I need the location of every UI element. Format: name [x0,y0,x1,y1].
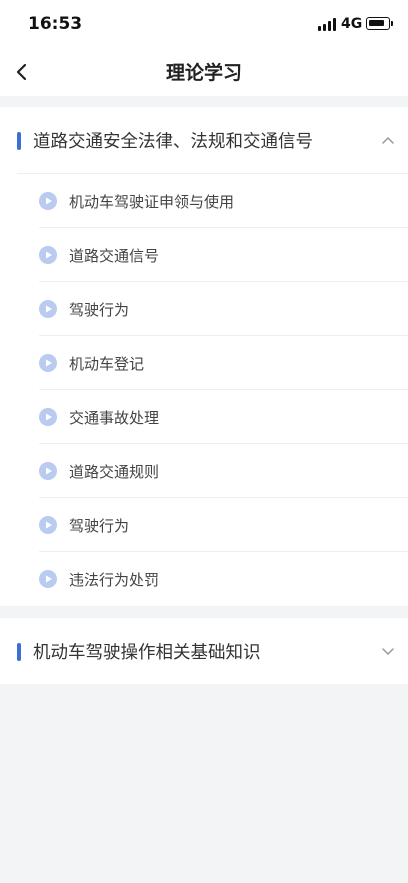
list-item[interactable]: 驾驶行为 [39,282,408,336]
section-title: 机动车驾驶操作相关基础知识 [33,643,261,663]
play-icon [39,516,57,534]
play-icon [39,570,57,588]
play-icon [39,246,57,264]
play-icon [39,462,57,480]
chevron-down-icon [382,648,394,655]
list-item[interactable]: 交通事故处理 [39,390,408,444]
chevron-left-icon [16,63,27,81]
list-item[interactable]: 机动车驾驶证申领与使用 [39,174,408,228]
list-item-label: 交通事故处理 [69,409,160,427]
signal-icon [318,18,338,31]
section-item-list: 机动车驾驶证申领与使用 道路交通信号 驾驶行为 机动车登记 交通事故处理 道路交… [17,173,408,606]
list-item[interactable]: 驾驶行为 [39,498,408,552]
nav-bar: 理论学习 [0,48,408,96]
section-title: 道路交通安全法律、法规和交通信号 [33,132,313,152]
list-item-label: 驾驶行为 [69,517,130,535]
list-item[interactable]: 道路交通信号 [39,228,408,282]
list-item-label: 道路交通规则 [69,463,160,481]
list-item[interactable]: 机动车登记 [39,336,408,390]
play-icon [39,408,57,426]
status-time: 16:53 [28,14,83,34]
section-accent-bar [17,132,21,150]
play-icon [39,192,57,210]
list-item-label: 驾驶行为 [69,301,130,319]
play-icon [39,300,57,318]
network-label: 4G [341,16,363,32]
list-item[interactable]: 道路交通规则 [39,444,408,498]
chevron-up-icon [382,137,394,144]
play-icon [39,354,57,372]
section-header[interactable]: 机动车驾驶操作相关基础知识 [0,618,408,684]
status-bar: 16:53 4G [0,0,408,48]
list-item-label: 违法行为处罚 [69,571,160,589]
section-header[interactable]: 道路交通安全法律、法规和交通信号 [0,107,408,173]
list-item-label: 机动车驾驶证申领与使用 [69,193,235,211]
list-item[interactable]: 违法行为处罚 [39,552,408,606]
page-title: 理论学习 [165,62,242,84]
section-accent-bar [17,643,21,661]
battery-icon [366,17,393,30]
list-item-label: 机动车登记 [69,355,145,373]
list-item-label: 道路交通信号 [69,247,160,265]
section-traffic-law: 道路交通安全法律、法规和交通信号 机动车驾驶证申领与使用 道路交通信号 驾驶行为… [0,107,408,606]
back-button[interactable] [8,58,36,86]
section-vehicle-operation: 机动车驾驶操作相关基础知识 [0,618,408,684]
